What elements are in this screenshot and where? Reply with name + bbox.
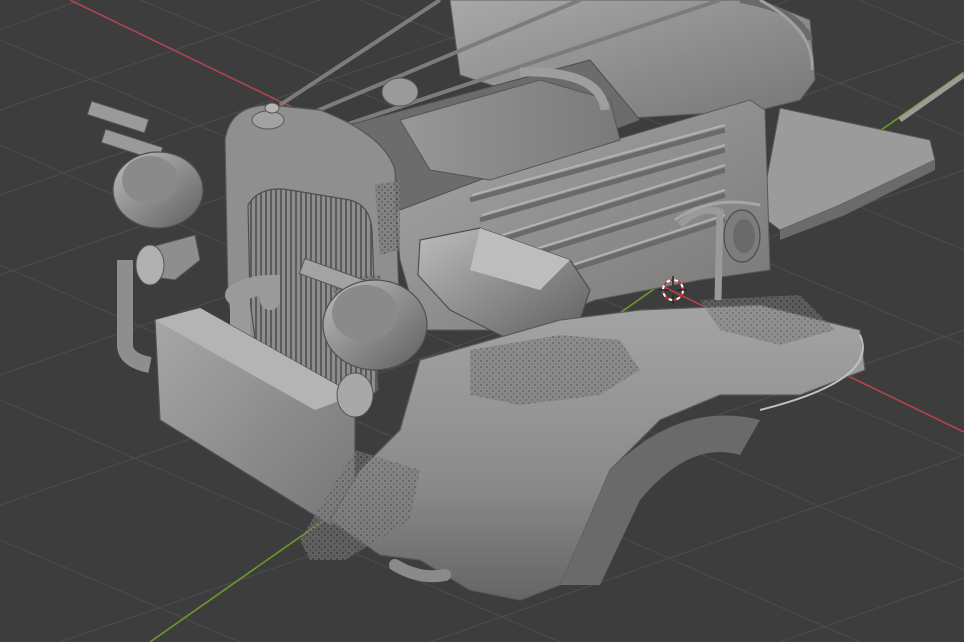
radiator-cap[interactable] [251,110,285,130]
radiator-cap-top [264,102,280,114]
air-filter[interactable] [381,77,419,107]
bracket-bar [86,100,150,134]
lower-horn-bell [336,372,374,418]
3d-viewport[interactable] [0,0,964,642]
horn-bell [135,244,165,286]
left-headlight-lens [122,156,178,204]
right-headlight-lens [332,285,398,341]
vintage-car-model[interactable] [86,0,964,601]
viewport-canvas[interactable] [0,0,964,642]
side-gauge-face [733,219,755,253]
cabin-rod [898,72,964,123]
